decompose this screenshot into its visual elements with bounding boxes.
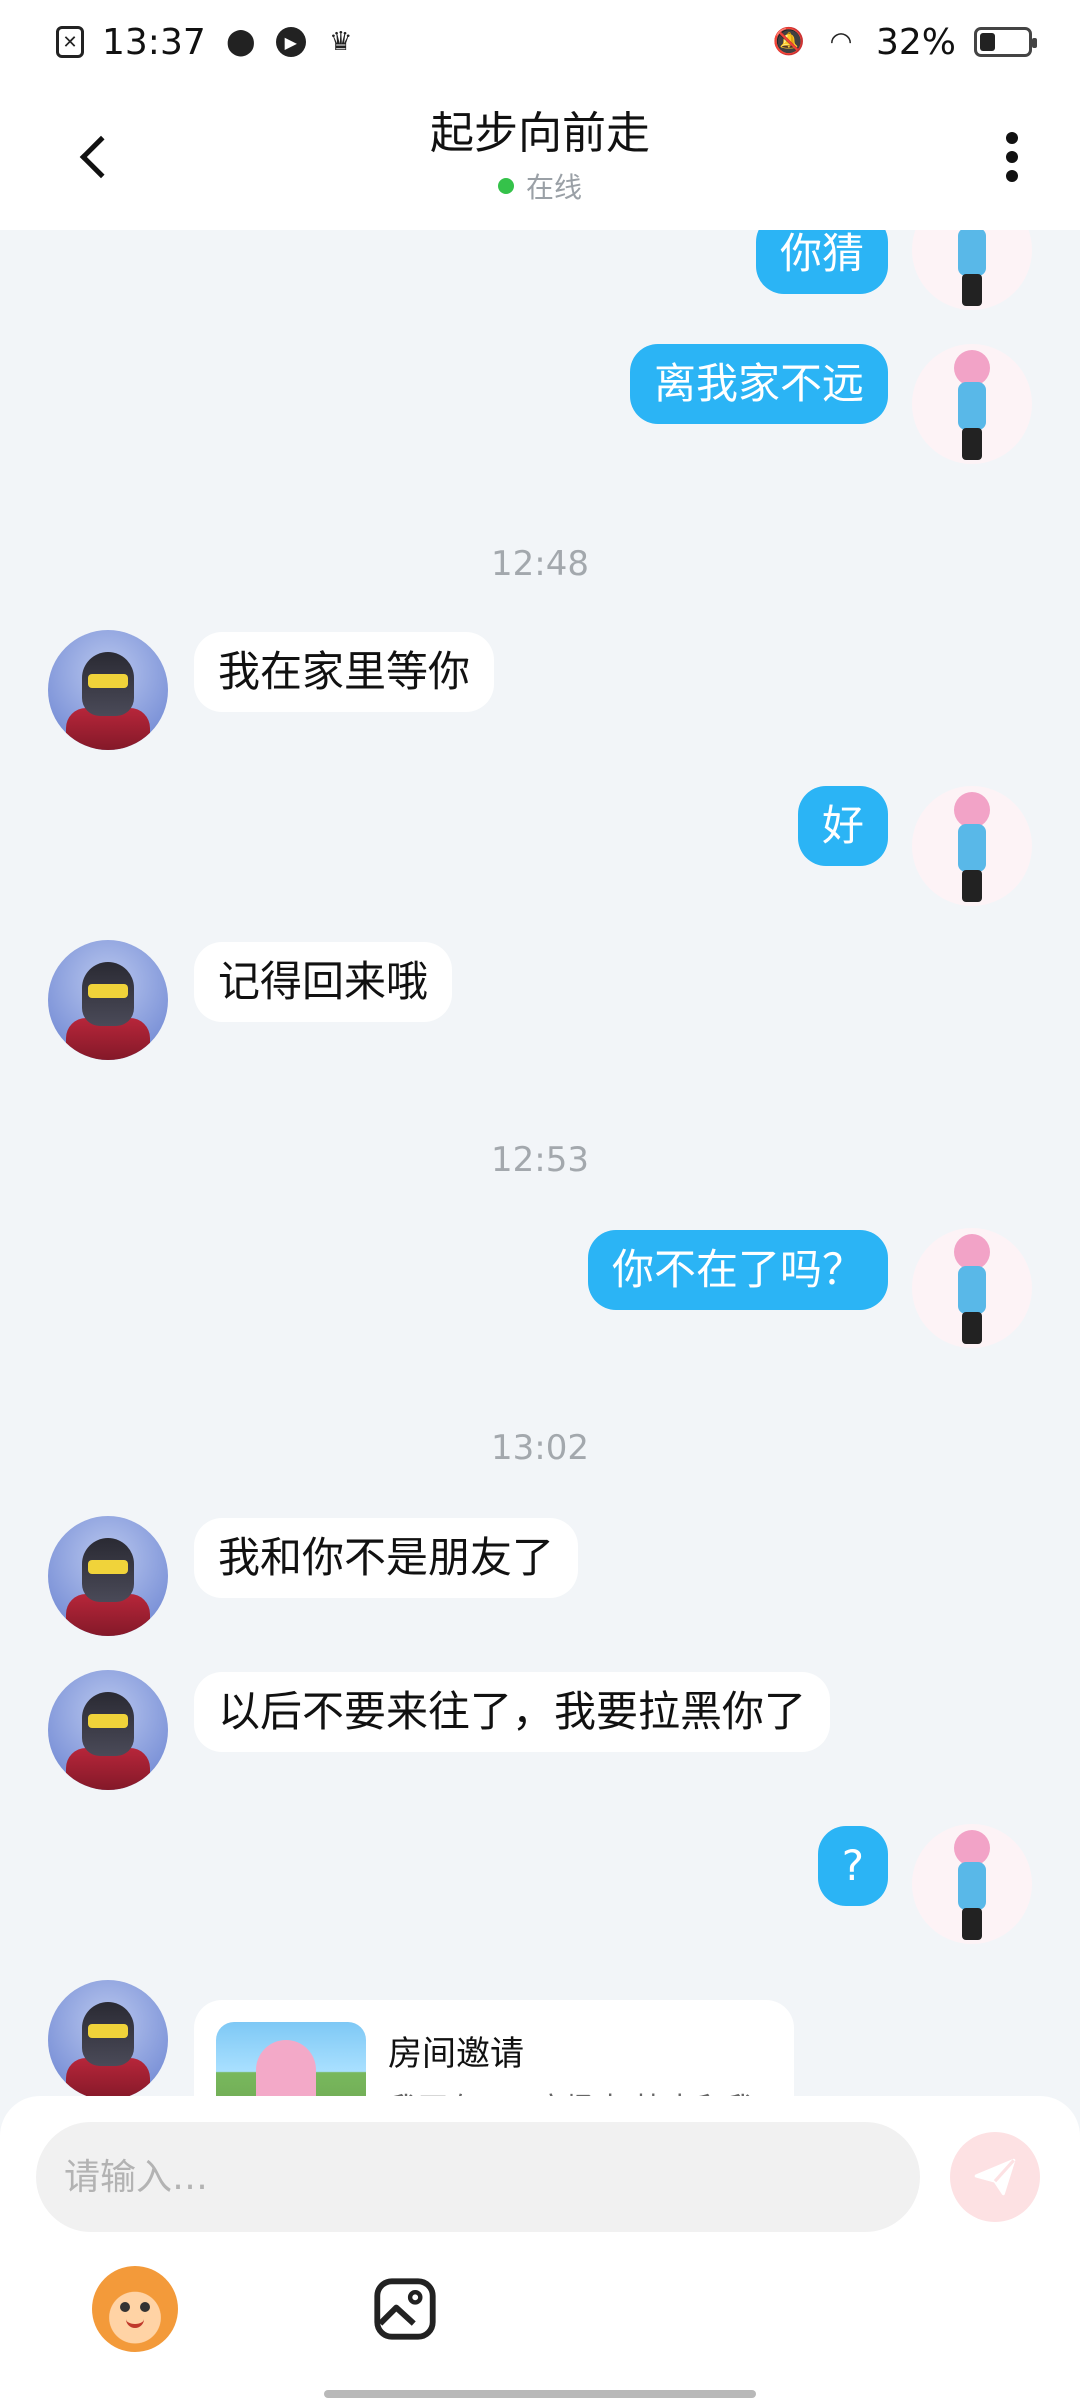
chat-title-area: 起步向前走 在线 [0, 106, 1080, 206]
message-input[interactable] [36, 2122, 920, 2232]
more-dot-icon [1006, 151, 1018, 163]
crown-icon: ♛ [329, 27, 353, 57]
battery-icon [974, 27, 1037, 57]
home-indicator[interactable] [324, 2390, 756, 2398]
send-icon [974, 2158, 1016, 2196]
send-button[interactable] [950, 2132, 1040, 2222]
clock: 13:37 [102, 21, 206, 63]
my-avatar[interactable] [912, 1824, 1032, 1944]
invite-description: 我正在233广场中 快来和我 [388, 2084, 755, 2096]
invite-thumbnail [216, 2022, 366, 2096]
more-dot-icon [1006, 170, 1018, 182]
wifi-icon: ◠ [829, 27, 853, 57]
battery-percent: 32% [875, 21, 956, 63]
emoji-face-icon [120, 2302, 130, 2312]
emoji-button[interactable] [92, 2266, 178, 2352]
chat-header: 起步向前走 在线 [0, 84, 1080, 230]
timestamp: 12:48 [491, 544, 589, 584]
more-options-button[interactable] [992, 124, 1032, 190]
location-icon: ⬤ [226, 27, 256, 57]
friend-avatar[interactable] [48, 1516, 168, 1636]
online-status: 在线 [0, 166, 1080, 206]
image-button[interactable] [362, 2266, 448, 2352]
my-avatar[interactable] [912, 786, 1032, 906]
message-bubble-outgoing[interactable]: ? [817, 1826, 888, 1906]
message-bubble-incoming[interactable]: 我在家里等你 [194, 632, 495, 712]
image-icon [374, 2278, 436, 2340]
message-bubble-incoming[interactable]: 记得回来哦 [194, 942, 453, 1022]
mute-icon: 🔕 [772, 27, 806, 57]
message-bubble-outgoing[interactable]: 你猜 [755, 230, 888, 294]
play-icon: ▶ [275, 27, 306, 57]
status-bar-right: 🔕 ◠ 32% [772, 21, 1037, 63]
friend-avatar[interactable] [48, 1980, 168, 2096]
battery-level-fill [980, 33, 995, 51]
friend-avatar[interactable] [48, 630, 168, 750]
chat-title: 起步向前走 [430, 108, 650, 159]
invite-title: 房间邀请 [388, 2034, 524, 2074]
online-dot-icon [497, 178, 514, 194]
status-bar: ✕ 13:37 ⬤ ▶ ♛ 🔕 ◠ 32% [0, 0, 1080, 84]
message-bubble-incoming[interactable]: 以后不要来往了，我要拉黑你了 [194, 1672, 831, 1752]
status-bar-left: ✕ 13:37 ⬤ ▶ ♛ [56, 22, 358, 63]
chat-message-list[interactable]: 你猜 离我家不远 12:48 我在家里等你 好 记得回来哦 12:53 你不在了… [0, 230, 1080, 2096]
sim-icon: ✕ [56, 26, 84, 58]
message-input-panel [0, 2096, 1080, 2408]
my-avatar[interactable] [912, 344, 1032, 464]
timestamp: 12:53 [491, 1140, 589, 1180]
more-dot-icon [1006, 132, 1018, 144]
friend-avatar[interactable] [48, 1670, 168, 1790]
my-avatar[interactable] [912, 1228, 1032, 1348]
my-avatar[interactable] [912, 230, 1032, 310]
online-status-label: 在线 [525, 171, 582, 204]
message-bubble-outgoing[interactable]: 你不在了吗？ [587, 1230, 888, 1310]
room-invite-card[interactable]: 房间邀请 我正在233广场中 快来和我 [194, 2000, 794, 2096]
timestamp: 13:02 [491, 1428, 589, 1468]
message-bubble-outgoing[interactable]: 离我家不远 [629, 344, 888, 424]
message-bubble-incoming[interactable]: 我和你不是朋友了 [194, 1518, 579, 1598]
friend-avatar[interactable] [48, 940, 168, 1060]
message-bubble-outgoing[interactable]: 好 [797, 786, 888, 866]
